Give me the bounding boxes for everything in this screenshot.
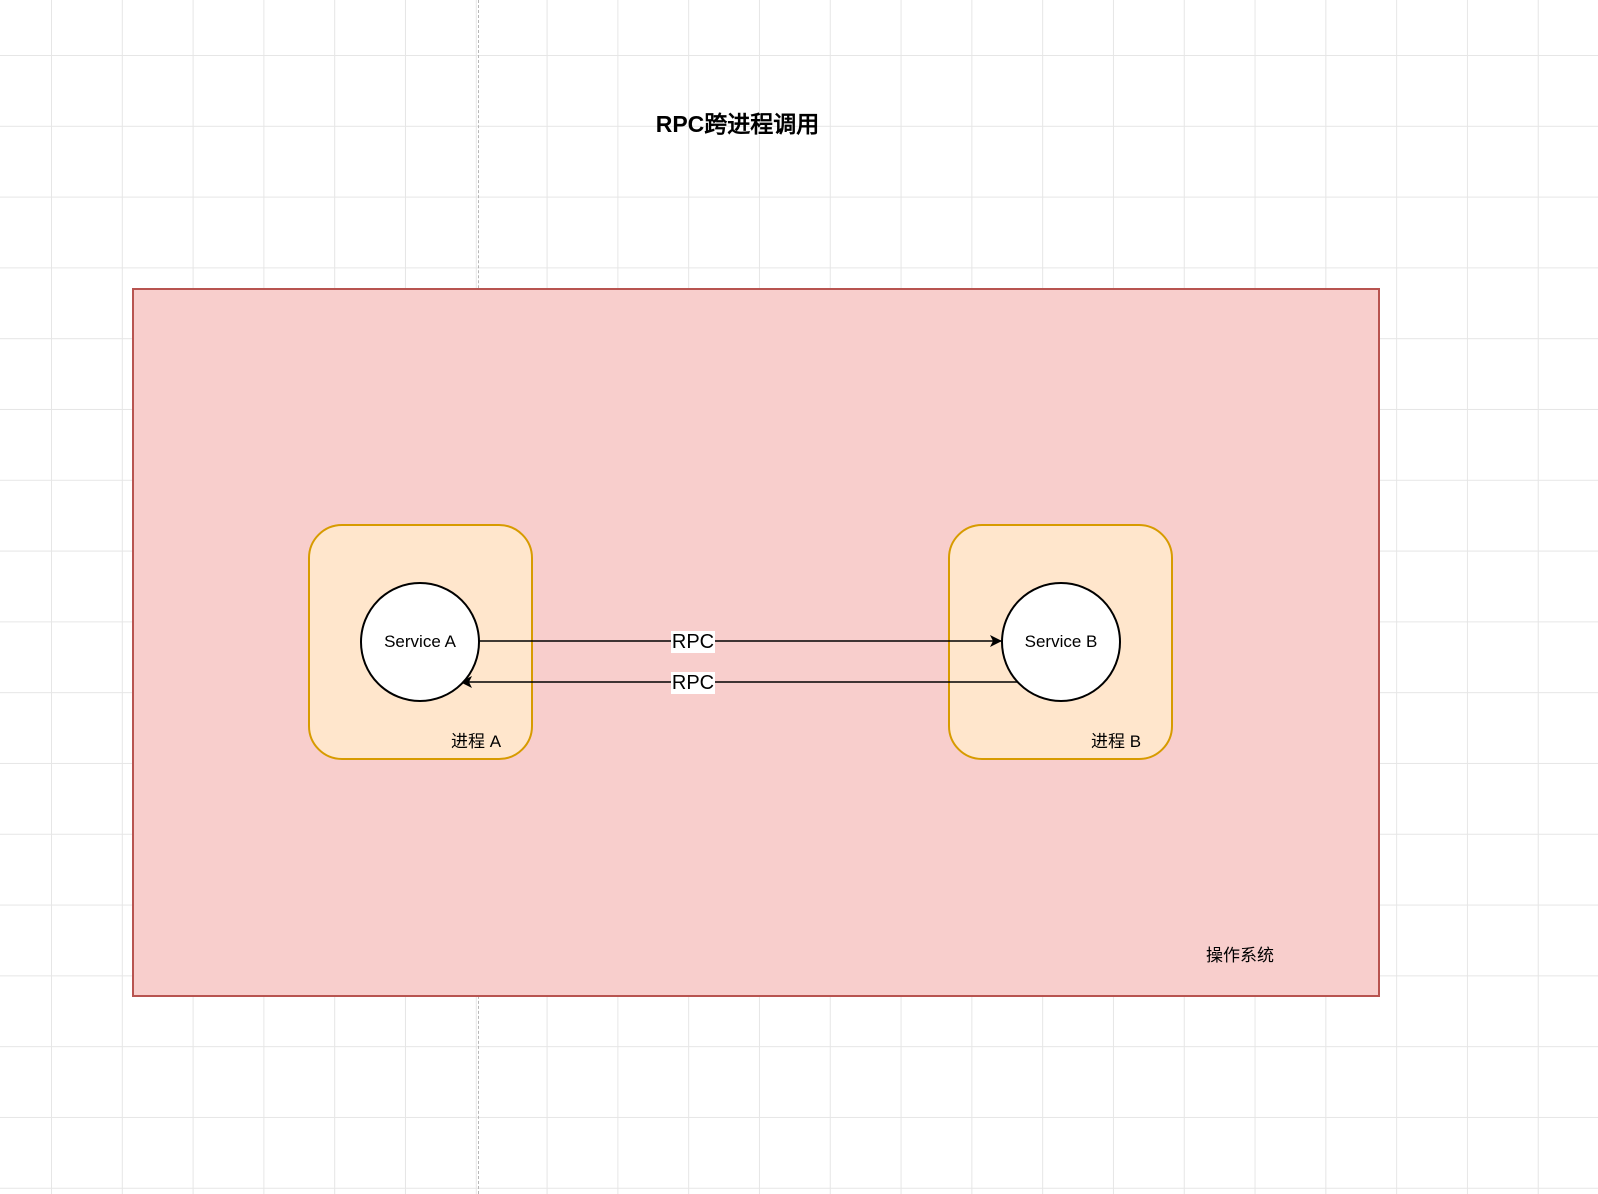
rpc-edge-a-to-b-label: RPC xyxy=(663,631,723,653)
connector-layer xyxy=(460,635,1017,688)
rpc-edge-b-to-a-text: RPC xyxy=(670,672,716,694)
service-b-node[interactable]: Service B xyxy=(1001,582,1121,702)
rpc-edge-a-to-b-text: RPC xyxy=(670,631,716,653)
service-a-label: Service A xyxy=(384,632,456,651)
rpc-edge-b-to-a-label: RPC xyxy=(663,672,723,694)
service-a-node[interactable]: Service A xyxy=(360,582,480,702)
service-b-label: Service B xyxy=(1024,632,1098,651)
